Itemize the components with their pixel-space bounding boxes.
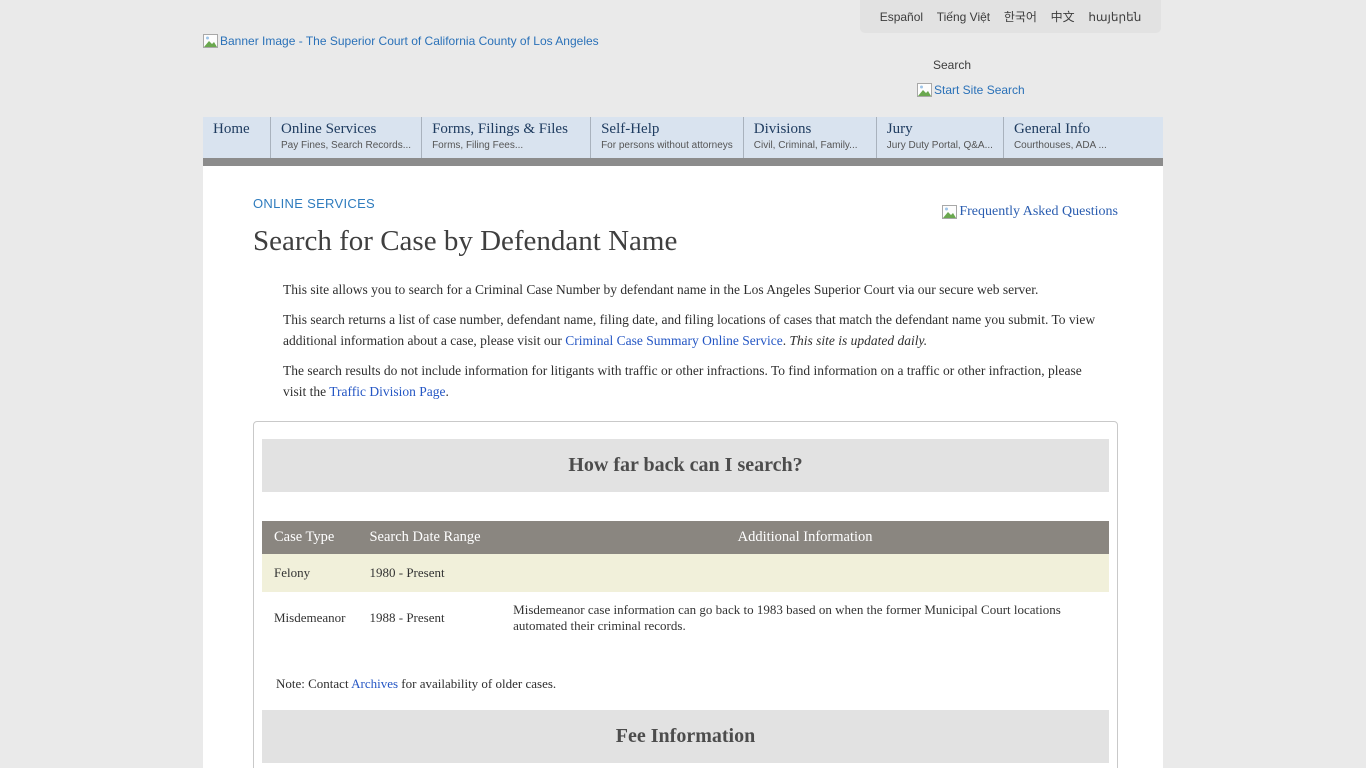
page-column: Banner Image - The Superior Court of Cal… bbox=[203, 0, 1163, 768]
broken-image-icon bbox=[917, 83, 932, 97]
header-case-type: Case Type bbox=[262, 521, 357, 554]
criminal-case-summary-link[interactable]: Criminal Case Summary Online Service bbox=[565, 333, 782, 348]
nav-item-general-info[interactable]: General Info Courthouses, ADA ... bbox=[1004, 117, 1163, 158]
banner-image-link[interactable]: Banner Image - The Superior Court of Cal… bbox=[203, 34, 599, 48]
fee-information-heading: Fee Information bbox=[616, 725, 755, 748]
table-row-misdemeanor: Misdemeanor 1988 - Present Misdemeanor c… bbox=[262, 592, 1109, 644]
nav-item-self-help[interactable]: Self-Help For persons without attorneys bbox=[591, 117, 744, 158]
misdemeanor-case-type: Misdemeanor bbox=[262, 592, 357, 644]
header-additional-information: Additional Information bbox=[501, 521, 1109, 554]
updated-daily-note: This site is updated daily. bbox=[790, 333, 928, 348]
felony-case-type: Felony bbox=[262, 554, 357, 592]
faq-link-text: Frequently Asked Questions bbox=[959, 204, 1118, 220]
nav-item-online-services[interactable]: Online Services Pay Fines, Search Record… bbox=[271, 117, 422, 158]
misdemeanor-date-range: 1988 - Present bbox=[357, 592, 501, 644]
nav-item-divisions[interactable]: Divisions Civil, Criminal, Family... bbox=[744, 117, 877, 158]
table-row-felony: Felony 1980 - Present bbox=[262, 554, 1109, 592]
banner-alt-text: Banner Image - The Superior Court of Cal… bbox=[220, 34, 599, 48]
felony-info bbox=[501, 554, 1109, 592]
intro-paragraph-2: This search returns a list of case numbe… bbox=[283, 310, 1108, 352]
felony-date-range: 1980 - Present bbox=[357, 554, 501, 592]
how-far-back-heading: How far back can I search? bbox=[568, 454, 802, 477]
header: Banner Image - The Superior Court of Cal… bbox=[203, 0, 1163, 117]
broken-image-icon bbox=[203, 34, 218, 48]
nav-item-home[interactable]: Home bbox=[203, 117, 271, 158]
search-info-box: How far back can I search? Case Type Sea… bbox=[253, 421, 1118, 768]
nav-item-jury[interactable]: Jury Jury Duty Portal, Q&A... bbox=[877, 117, 1004, 158]
broken-image-icon bbox=[942, 205, 957, 219]
main-navigation: Home Online Services Pay Fines, Search R… bbox=[203, 117, 1163, 158]
faq-link[interactable]: Frequently Asked Questions bbox=[942, 204, 1118, 220]
intro-paragraph-1: This site allows you to search for a Cri… bbox=[283, 280, 1108, 301]
fee-information-heading-bar: Fee Information bbox=[262, 710, 1109, 763]
start-site-search-link[interactable]: Start Site Search bbox=[917, 83, 1025, 97]
search-range-table: Case Type Search Date Range Additional I… bbox=[262, 521, 1109, 644]
how-far-back-heading-bar: How far back can I search? bbox=[262, 439, 1109, 492]
header-search-date-range: Search Date Range bbox=[357, 521, 501, 554]
intro-paragraphs: This site allows you to search for a Cri… bbox=[283, 280, 1108, 403]
nav-underbar bbox=[203, 158, 1163, 166]
search-label: Search bbox=[933, 58, 971, 72]
main-content: Frequently Asked Questions ONLINE SERVIC… bbox=[203, 166, 1163, 768]
traffic-division-link[interactable]: Traffic Division Page bbox=[329, 384, 445, 399]
archives-link[interactable]: Archives bbox=[351, 676, 398, 691]
nav-item-forms-filings-files[interactable]: Forms, Filings & Files Forms, Filing Fee… bbox=[422, 117, 591, 158]
intro-paragraph-3: The search results do not include inform… bbox=[283, 361, 1108, 403]
archives-note: Note: Contact Archives for availability … bbox=[276, 676, 1109, 692]
start-site-search-text: Start Site Search bbox=[934, 83, 1025, 97]
page-title: Search for Case by Defendant Name bbox=[253, 225, 1118, 258]
misdemeanor-info: Misdemeanor case information can go back… bbox=[501, 592, 1109, 644]
table-header-row: Case Type Search Date Range Additional I… bbox=[262, 521, 1109, 554]
